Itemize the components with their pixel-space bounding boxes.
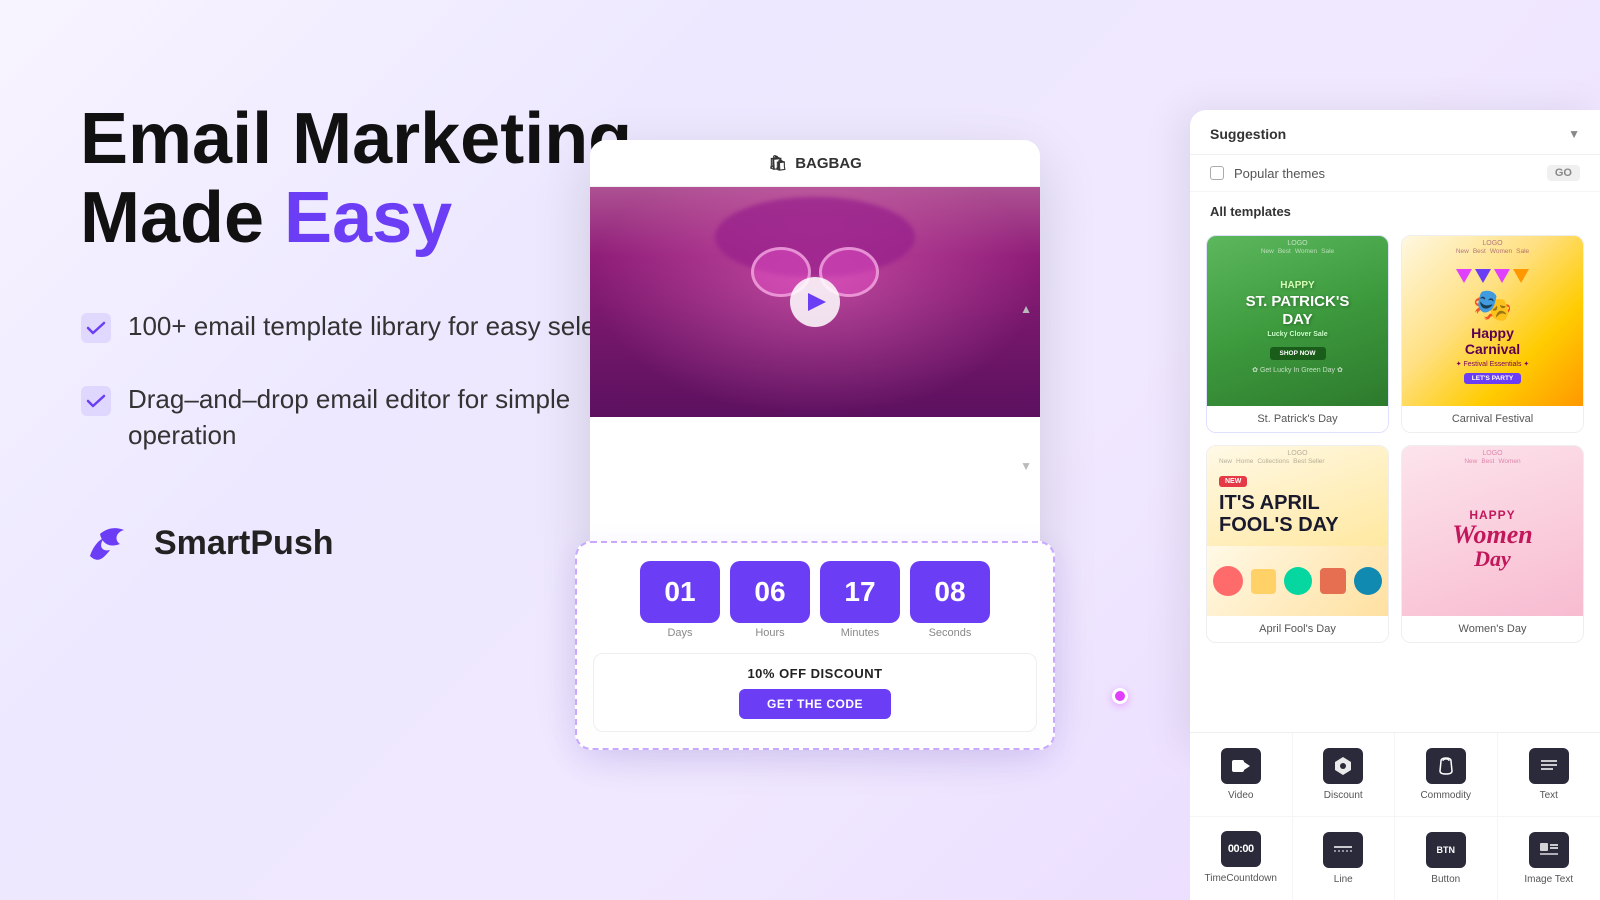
days-value: 01 [640,561,720,623]
timer-days: 01 Days [640,561,720,639]
connector-dot [1112,688,1128,704]
discount-box: 10% OFF DISCOUNT GET THE CODE [593,653,1037,732]
suggestion-label: Suggestion [1210,126,1286,142]
toolbar-item-button[interactable]: BTN Button [1395,817,1498,900]
line-icon-box [1323,832,1363,868]
button-icon-box: BTN [1426,832,1466,868]
logo-text: SmartPush [154,524,334,563]
headline-made: Made [80,178,284,258]
template-card-womens[interactable]: LOGO NewBestWomen HAPPY Women Day Women'… [1401,445,1584,643]
timecountdown-label: TimeCountdown [1205,873,1277,885]
logo-area: SmartPush [80,514,660,574]
template-thumb-womens: LOGO NewBestWomen HAPPY Women Day [1402,446,1583,616]
discount-icon-box [1323,748,1363,784]
line-label: Line [1334,874,1353,885]
store-name: BAGBAG [795,155,862,172]
text-label: Text [1540,790,1558,801]
template-name-april: April Fool's Day [1207,616,1388,642]
template-card-st-patricks[interactable]: LOGO NewBestWomenSale HAPPY ST. PATRICK'… [1206,235,1389,433]
commodity-label: Commodity [1420,790,1471,801]
minutes-value: 17 [820,561,900,623]
discount-text: 10% OFF DISCOUNT [610,666,1020,681]
feature-item-2: Drag–and–drop email editor for simple op… [80,381,660,454]
scroll-up-indicator[interactable]: ▲ [1020,302,1032,316]
commodity-icon-box [1426,748,1466,784]
smartpush-logo-icon [80,514,140,574]
play-button[interactable] [790,277,840,327]
email-editor: 🛍 BAGBAG ▼ ▲ 01 Days 06 Hours [590,140,1040,720]
headline-line1: Email Marketing [80,99,632,179]
toolbar-item-commodity[interactable]: Commodity [1395,733,1498,817]
countdown-discount-area: 01 Days 06 Hours 17 Minutes 08 Seconds 1… [575,541,1055,750]
chevron-down-icon: ▼ [1568,127,1580,141]
headline: Email Marketing Made Easy [80,100,660,258]
toolbar-item-imagetext[interactable]: Image Text [1498,817,1600,900]
button-label: Button [1431,874,1460,885]
editor-header: 🛍 BAGBAG [590,140,1040,187]
timer-blocks: 01 Days 06 Hours 17 Minutes 08 Seconds [593,561,1037,639]
template-thumb-carnival: LOGO NewBestWomenSale 🎭 Happy Carnival ✦… [1402,236,1583,406]
toolbar-item-video[interactable]: Video [1190,733,1293,817]
seconds-value: 08 [910,561,990,623]
feature-text-1: 100+ email template library for easy sel… [128,308,650,344]
discount-label: Discount [1324,790,1363,801]
toolbar-panel: Video Discount Commodity Text 00:00 Time… [1190,732,1600,900]
templates-grid: LOGO NewBestWomenSale HAPPY ST. PATRICK'… [1190,225,1600,653]
timer-seconds: 08 Seconds [910,561,990,639]
suggestion-panel: Suggestion ▼ Popular themes GO All templ… [1190,110,1600,750]
toolbar-item-discount[interactable]: Discount [1293,733,1396,817]
popular-checkbox[interactable] [1210,166,1224,180]
check-icon-1 [80,312,112,344]
toolbar-item-timecountdown[interactable]: 00:00 TimeCountdown [1190,817,1293,900]
suggestion-header[interactable]: Suggestion ▼ [1190,110,1600,155]
check-icon-2 [80,385,112,417]
toolbar-item-line[interactable]: Line [1293,817,1396,900]
left-content: Email Marketing Made Easy 100+ email tem… [80,100,660,574]
go-badge: GO [1547,165,1580,181]
timer-minutes: 17 Minutes [820,561,900,639]
editor-image [590,187,1040,417]
feature-text-2: Drag–and–drop email editor for simple op… [128,381,660,454]
popular-themes-row[interactable]: Popular themes GO [1190,155,1600,192]
bag-icon: 🛍 [768,154,787,172]
video-icon-box [1221,748,1261,784]
template-name-carnival: Carnival Festival [1402,406,1583,432]
features-list: 100+ email template library for easy sel… [80,308,660,453]
minutes-label: Minutes [841,627,880,639]
timer-hours: 06 Hours [730,561,810,639]
template-name-patrick: St. Patrick's Day [1207,406,1388,432]
hours-value: 06 [730,561,810,623]
template-thumb-april: LOGO NewHomeCollectionsBest Seller NEW I… [1207,446,1388,546]
headline-line2: Made Easy [80,178,452,258]
timecountdown-icon-box: 00:00 [1221,831,1261,867]
headline-easy: Easy [284,178,452,258]
template-card-carnival[interactable]: LOGO NewBestWomenSale 🎭 Happy Carnival ✦… [1401,235,1584,433]
scroll-down-indicator[interactable]: ▼ [1020,459,1032,473]
imagetext-icon-box [1529,832,1569,868]
toolbar-item-text[interactable]: Text [1498,733,1600,817]
seconds-label: Seconds [929,627,972,639]
popular-themes-label: Popular themes [1234,166,1325,181]
template-card-april[interactable]: LOGO NewHomeCollectionsBest Seller NEW I… [1206,445,1389,643]
hours-label: Hours [755,627,784,639]
imagetext-label: Image Text [1524,874,1573,885]
days-label: Days [667,627,692,639]
template-thumb-patrick: LOGO NewBestWomenSale HAPPY ST. PATRICK'… [1207,236,1388,406]
video-label: Video [1228,790,1253,801]
get-code-button[interactable]: GET THE CODE [739,689,891,719]
feature-item-1: 100+ email template library for easy sel… [80,308,660,344]
template-name-womens: Women's Day [1402,616,1583,642]
text-icon-box [1529,748,1569,784]
all-templates-header: All templates [1190,192,1600,225]
